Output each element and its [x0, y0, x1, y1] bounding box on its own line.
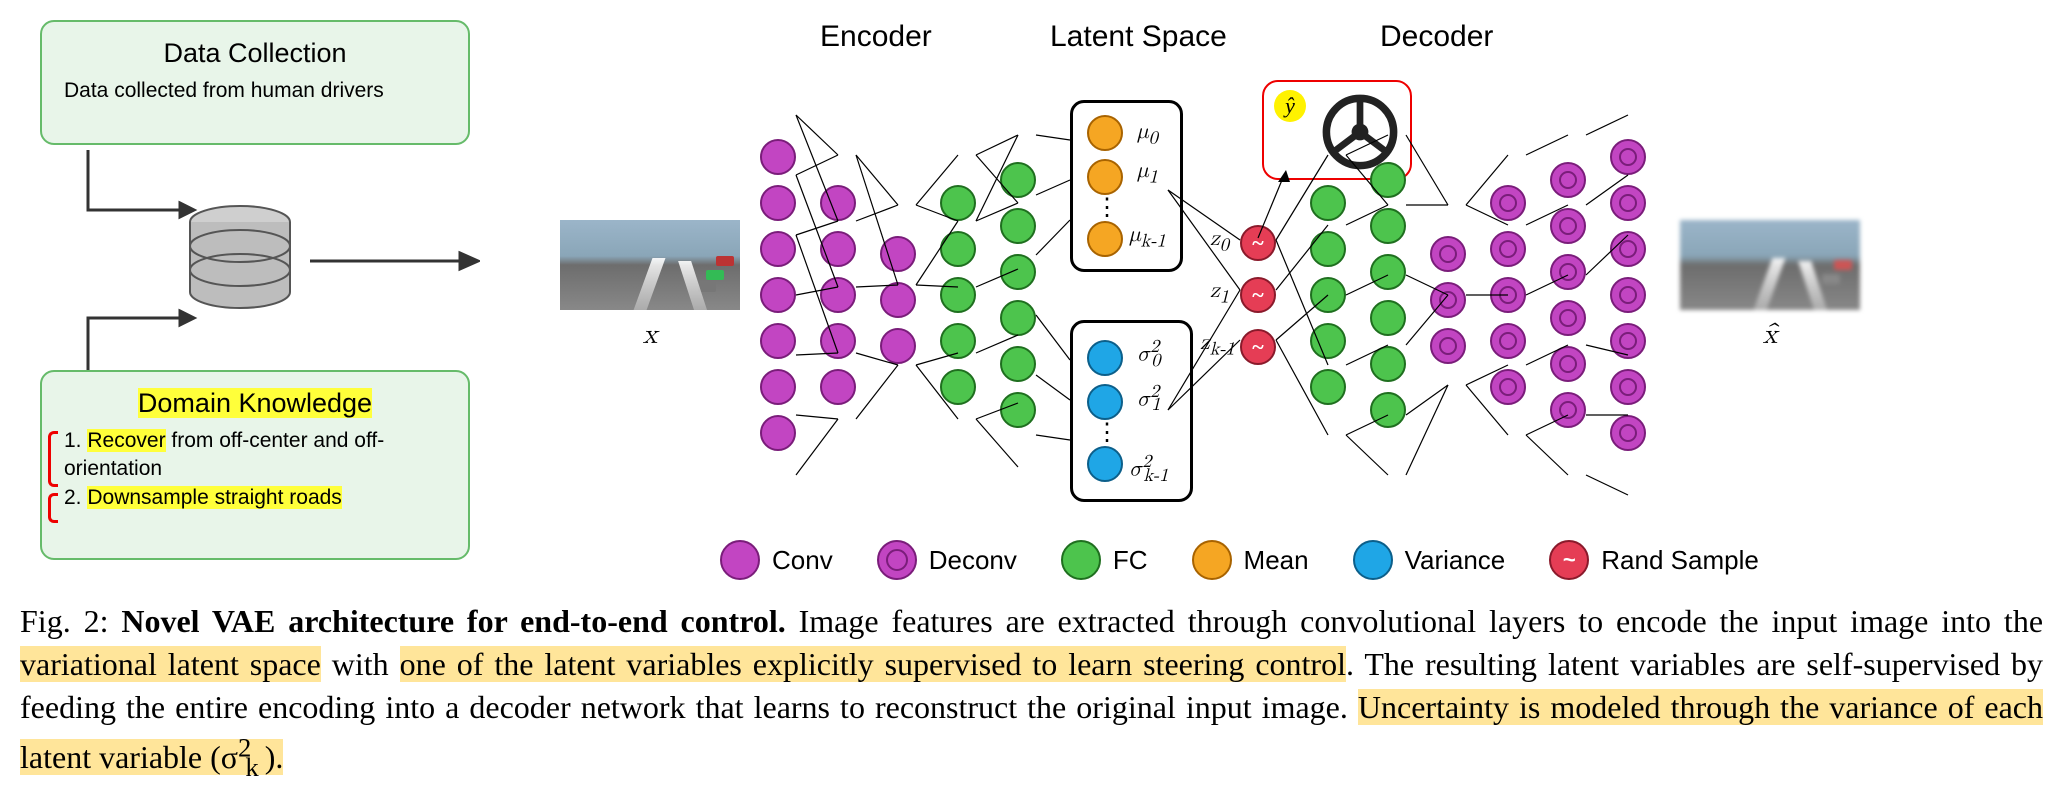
data-collection-body: Data collected from human drivers [64, 77, 446, 105]
data-collection-box: Data Collection Data collected from huma… [40, 20, 470, 145]
input-x-label: x [560, 318, 740, 352]
output-xhat-label: x̂ [1680, 318, 1860, 352]
red-bracket-icon [48, 431, 58, 487]
legend-rand: Rand Sample [1549, 540, 1759, 580]
caption-h2: one of the latent variables explicitly s… [400, 646, 1346, 682]
vae-diagram: Encoder Latent Space Decoder x [560, 20, 2043, 580]
dk-item2-hl: Downsample straight roads [87, 486, 341, 509]
caption-fig: Fig. 2: [20, 603, 121, 639]
domain-knowledge-title-hl: Domain Knowledge [138, 388, 372, 418]
section-decoder: Decoder [1380, 20, 1493, 54]
legend-mean: Mean [1192, 540, 1309, 580]
legend-variance: Variance [1353, 540, 1506, 580]
caption-t2: with [321, 646, 400, 682]
red-bracket-icon [48, 493, 58, 523]
legend: Conv Deconv FC Mean Variance Rand Sample [720, 540, 2003, 580]
input-image-thumb [560, 220, 740, 310]
domain-knowledge-box: Domain Knowledge 1. Recover from off-cen… [40, 370, 470, 560]
caption-bold: Novel VAE architecture for end-to-end co… [121, 603, 785, 639]
data-collection-title: Data Collection [64, 38, 446, 69]
section-encoder: Encoder [820, 20, 932, 54]
dk-item1-hl: Recover [87, 429, 165, 452]
pipeline-left: Data Collection Data collected from huma… [20, 20, 520, 580]
section-latent: Latent Space [1050, 20, 1227, 54]
output-image-thumb [1680, 220, 1860, 310]
domain-knowledge-title: Domain Knowledge [64, 388, 446, 419]
dk-item1-prefix: 1. [64, 429, 87, 452]
legend-fc: FC [1061, 540, 1148, 580]
dk-item2-prefix: 2. [64, 486, 87, 509]
legend-conv: Conv [720, 540, 833, 580]
legend-deconv: Deconv [877, 540, 1017, 580]
caption-t1: Image features are extracted through con… [786, 603, 2043, 639]
figure-caption: Fig. 2: Novel VAE architecture for end-t… [20, 600, 2043, 785]
caption-h1: variational latent space [20, 646, 321, 682]
